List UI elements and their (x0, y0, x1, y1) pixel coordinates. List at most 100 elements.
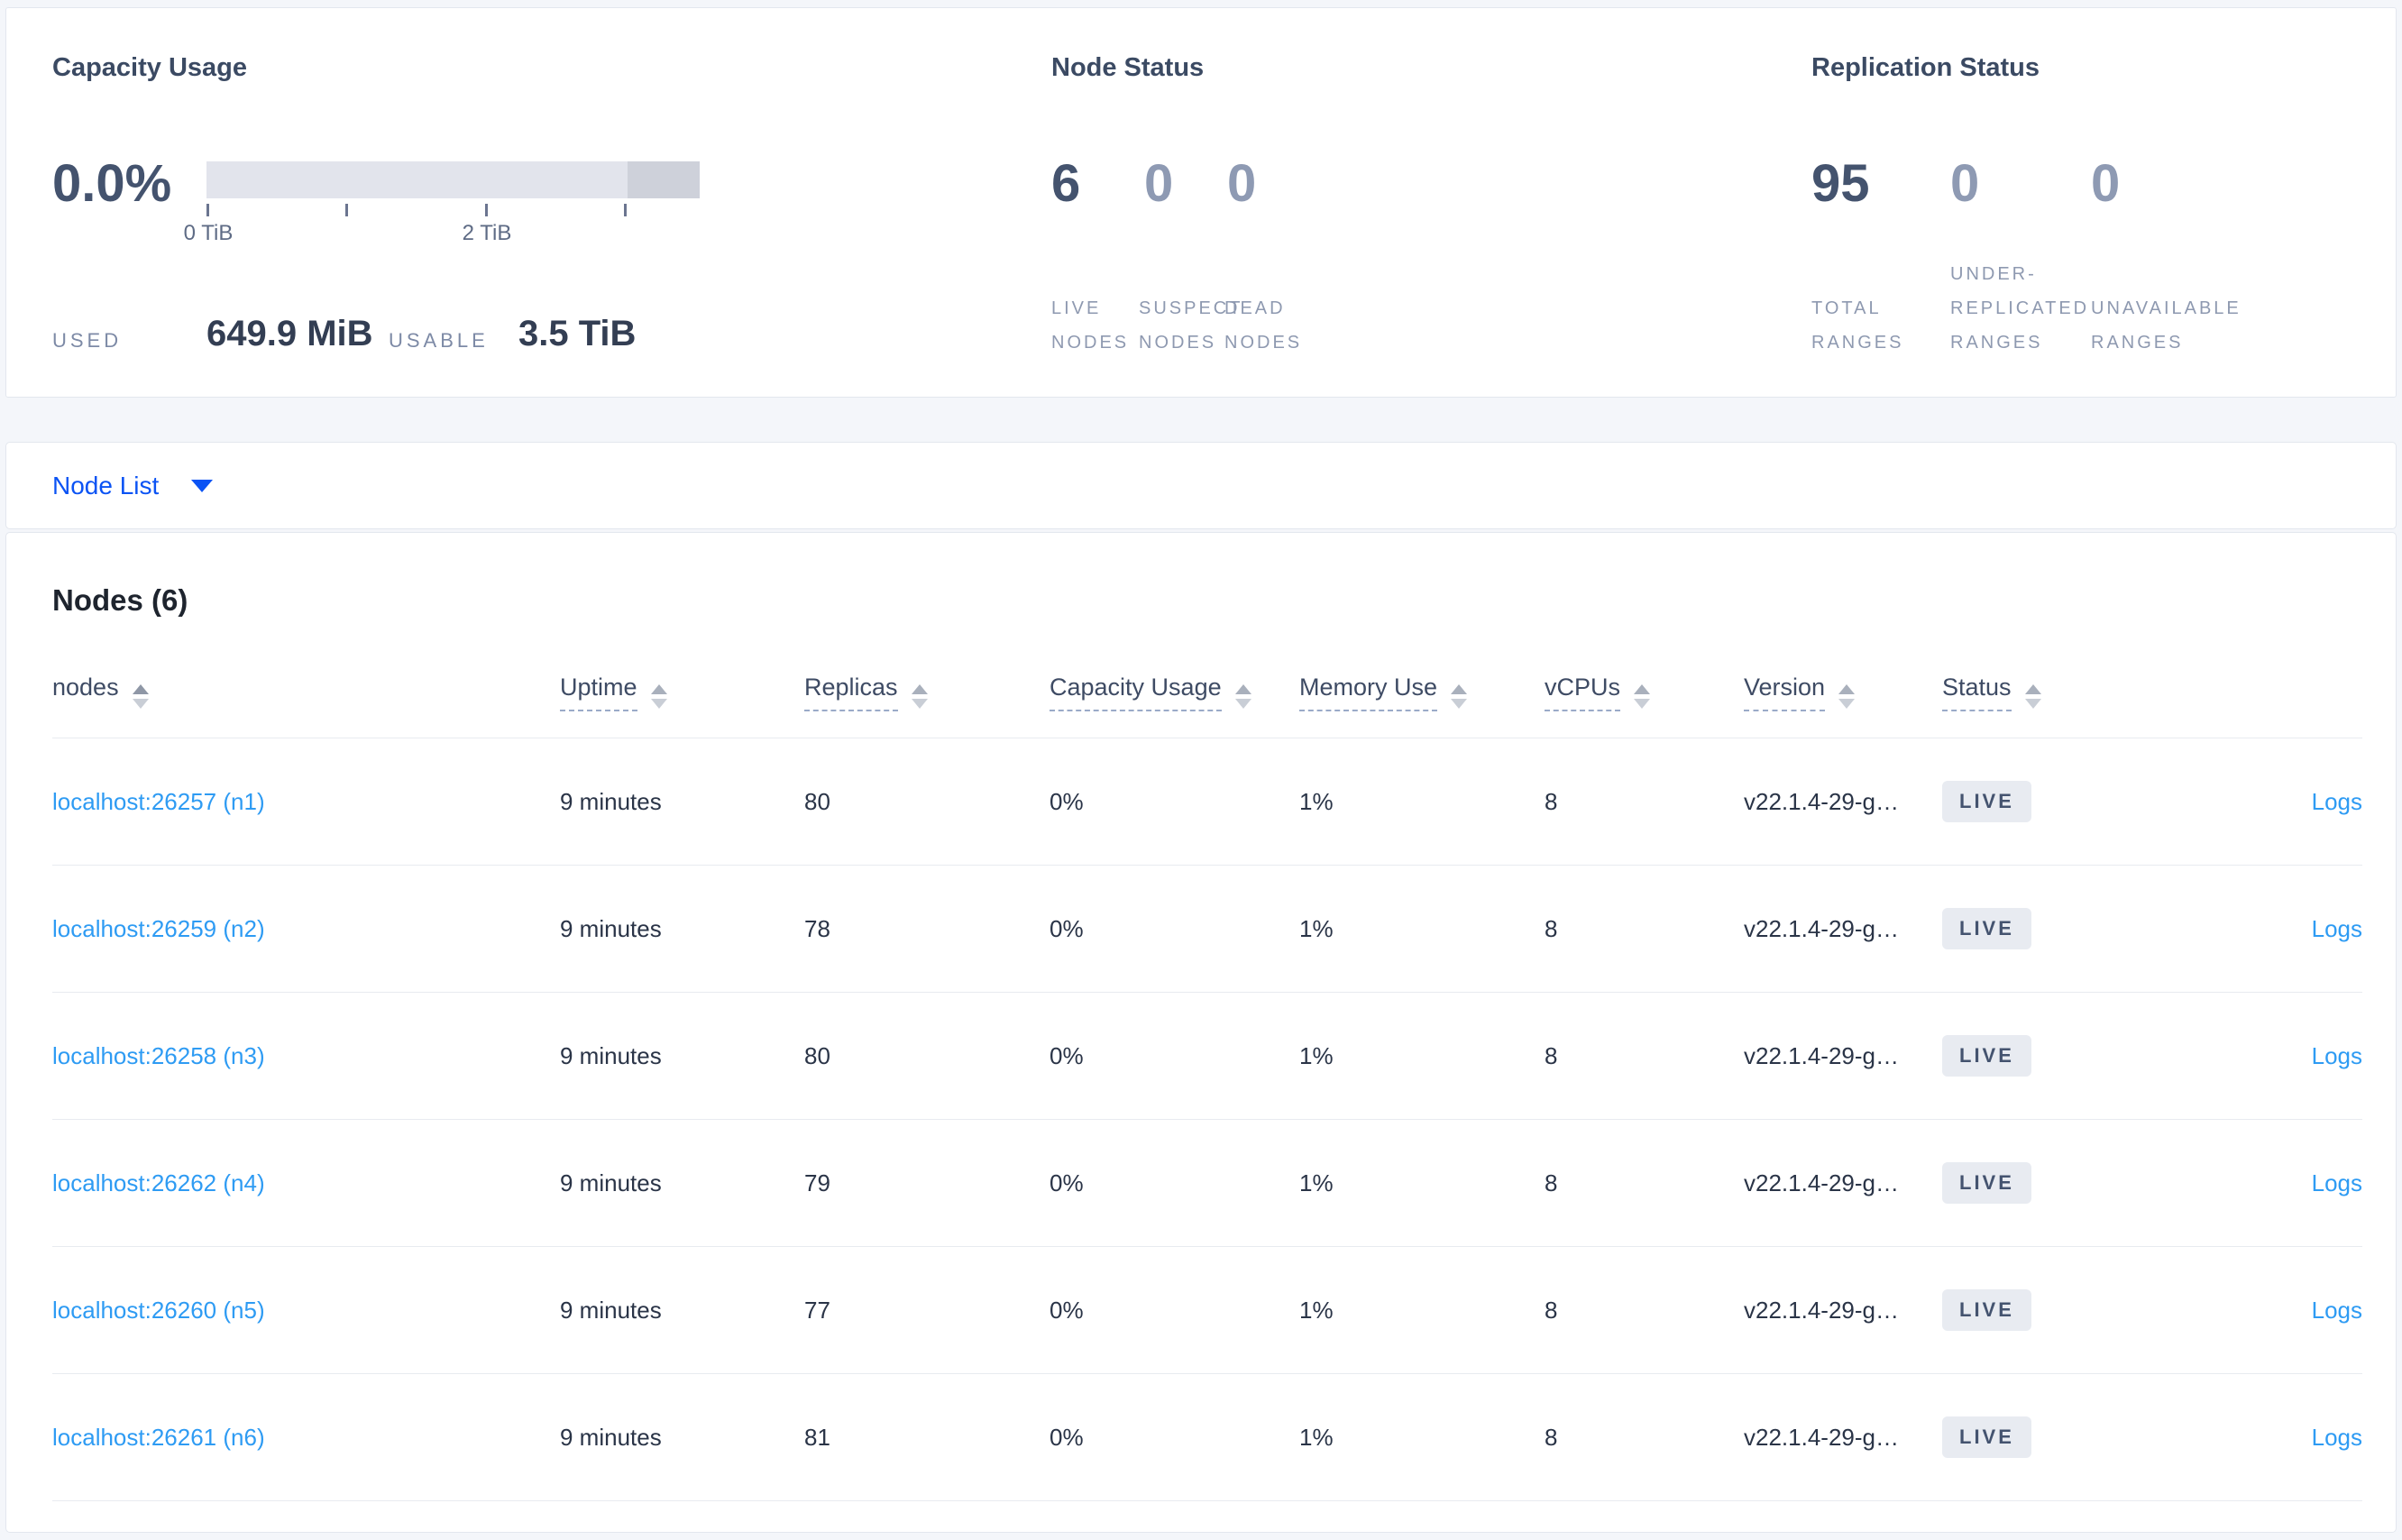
replicas-cell: 77 (804, 1296, 830, 1324)
status-badge: LIVE (1942, 908, 2031, 949)
uptime-cell: 9 minutes (560, 1041, 662, 1069)
uptime-cell: 9 minutes (560, 914, 662, 942)
total-ranges-label: TOTAL RANGES (1811, 298, 1904, 353)
logs-link[interactable]: Logs (2312, 1169, 2362, 1196)
live-nodes-value: 6 (1051, 154, 1081, 213)
node-address-link[interactable]: localhost:26257 (n1) (52, 788, 265, 815)
node-address-link[interactable]: localhost:26260 (n5) (52, 1297, 265, 1324)
capacity-usage-title: Capacity Usage (52, 53, 247, 82)
column-header-status[interactable]: Status (1942, 674, 2177, 711)
replicas-cell: 81 (804, 1423, 830, 1451)
sort-icon[interactable] (2024, 684, 2041, 709)
status-badge: LIVE (1942, 1289, 2031, 1331)
logs-link[interactable]: Logs (2312, 788, 2362, 815)
memory-cell: 1% (1299, 787, 1334, 815)
memory-cell: 1% (1299, 914, 1334, 942)
vcpus-cell: 8 (1545, 914, 1558, 942)
vcpus-cell: 8 (1545, 787, 1558, 815)
node-list-dropdown[interactable]: Node List (52, 443, 214, 528)
version-cell: v22.1.4-29-g… (1744, 787, 1899, 815)
version-cell: v22.1.4-29-g… (1744, 1169, 1899, 1196)
vcpus-cell: 8 (1545, 1423, 1558, 1451)
nodes-table: nodes Uptime Replicas Capacity Usage Mem… (52, 659, 2362, 1501)
replicas-cell: 80 (804, 787, 830, 815)
logs-link[interactable]: Logs (2312, 915, 2362, 942)
capacity-cell: 0% (1050, 787, 1084, 815)
table-row: localhost:26257 (n1) 9 minutes 80 0% 1% … (52, 738, 2362, 866)
axis-tick (485, 204, 488, 216)
cluster-summary-card: Capacity Usage 0.0% 0 TiB 2 TiB USED 649… (5, 7, 2397, 398)
capacity-bar-unusable-segment (628, 161, 700, 198)
node-address-link[interactable]: localhost:26259 (n2) (52, 915, 265, 942)
vcpus-cell: 8 (1545, 1041, 1558, 1069)
vcpus-cell: 8 (1545, 1169, 1558, 1196)
table-row: localhost:26262 (n4) 9 minutes 79 0% 1% … (52, 1120, 2362, 1247)
capacity-cell: 0% (1050, 1041, 1084, 1069)
column-header-uptime[interactable]: Uptime (560, 674, 804, 711)
status-badge: LIVE (1942, 1162, 2031, 1204)
node-status-title: Node Status (1051, 53, 1205, 82)
axis-tick (624, 204, 627, 216)
logs-link[interactable]: Logs (2312, 1042, 2362, 1069)
capacity-cell: 0% (1050, 1423, 1084, 1451)
unavailable-ranges-label: UNAVAILABLE RANGES (2091, 298, 2242, 353)
sort-icon[interactable] (650, 684, 667, 709)
node-address-link[interactable]: localhost:26262 (n4) (52, 1169, 265, 1196)
node-address-link[interactable]: localhost:26258 (n3) (52, 1042, 265, 1069)
column-header-version[interactable]: Version (1744, 674, 1942, 711)
version-cell: v22.1.4-29-g… (1744, 914, 1899, 942)
view-selector-card: Node List (5, 442, 2397, 529)
nodes-table-card: Nodes (6) nodes Uptime Replicas Capacity… (5, 532, 2397, 1533)
capacity-cell: 0% (1050, 1296, 1084, 1324)
axis-tick-label: 0 TiB (183, 221, 234, 245)
logs-link[interactable]: Logs (2312, 1424, 2362, 1451)
status-badge: LIVE (1942, 1035, 2031, 1077)
uptime-cell: 9 minutes (560, 1296, 662, 1324)
node-address-link[interactable]: localhost:26261 (n6) (52, 1424, 265, 1451)
sort-icon[interactable] (1634, 684, 1651, 709)
replicas-cell: 80 (804, 1041, 830, 1069)
replicas-cell: 79 (804, 1169, 830, 1196)
under-replicated-ranges-value: 0 (1950, 154, 1980, 213)
memory-cell: 1% (1299, 1296, 1334, 1324)
sort-icon[interactable] (1234, 684, 1251, 709)
version-cell: v22.1.4-29-g… (1744, 1041, 1899, 1069)
used-value: 649.9 MiB (206, 314, 373, 353)
version-cell: v22.1.4-29-g… (1744, 1296, 1899, 1324)
suspect-nodes-value: 0 (1144, 154, 1174, 213)
table-row: localhost:26261 (n6) 9 minutes 81 0% 1% … (52, 1374, 2362, 1501)
capacity-usage-bar (206, 161, 700, 198)
table-row: localhost:26258 (n3) 9 minutes 80 0% 1% … (52, 993, 2362, 1120)
chevron-down-icon (191, 479, 214, 492)
column-header-nodes[interactable]: nodes (52, 674, 560, 709)
used-label: USED (52, 329, 123, 352)
column-header-vcpus[interactable]: vCPUs (1545, 674, 1744, 711)
vcpus-cell: 8 (1545, 1296, 1558, 1324)
table-header-row: nodes Uptime Replicas Capacity Usage Mem… (52, 659, 2362, 738)
axis-tick (206, 204, 209, 216)
nodes-count-title: Nodes (6) (52, 583, 188, 617)
replicas-cell: 78 (804, 914, 830, 942)
status-badge: LIVE (1942, 781, 2031, 822)
sort-icon[interactable] (1838, 684, 1856, 709)
column-header-replicas[interactable]: Replicas (804, 674, 1050, 711)
usable-label: USABLE (389, 329, 489, 352)
capacity-percent: 0.0% (52, 154, 172, 213)
uptime-cell: 9 minutes (560, 1423, 662, 1451)
axis-tick-label: 2 TiB (462, 221, 512, 245)
under-replicated-ranges-label: UNDER-REPLICATED RANGES (1950, 264, 2090, 353)
usable-value: 3.5 TiB (518, 314, 637, 353)
capacity-cell: 0% (1050, 1169, 1084, 1196)
dead-nodes-value: 0 (1227, 154, 1257, 213)
sort-icon[interactable] (1451, 684, 1468, 709)
dead-nodes-label: DEAD NODES (1224, 298, 1303, 353)
table-row: localhost:26259 (n2) 9 minutes 78 0% 1% … (52, 866, 2362, 993)
sort-icon[interactable] (911, 684, 928, 709)
sort-icon[interactable] (132, 684, 149, 709)
logs-link[interactable]: Logs (2312, 1297, 2362, 1324)
status-badge: LIVE (1942, 1416, 2031, 1458)
column-header-memory[interactable]: Memory Use (1299, 674, 1545, 711)
column-header-capacity[interactable]: Capacity Usage (1050, 674, 1299, 711)
total-ranges-value: 95 (1811, 154, 1870, 213)
version-cell: v22.1.4-29-g… (1744, 1423, 1899, 1451)
